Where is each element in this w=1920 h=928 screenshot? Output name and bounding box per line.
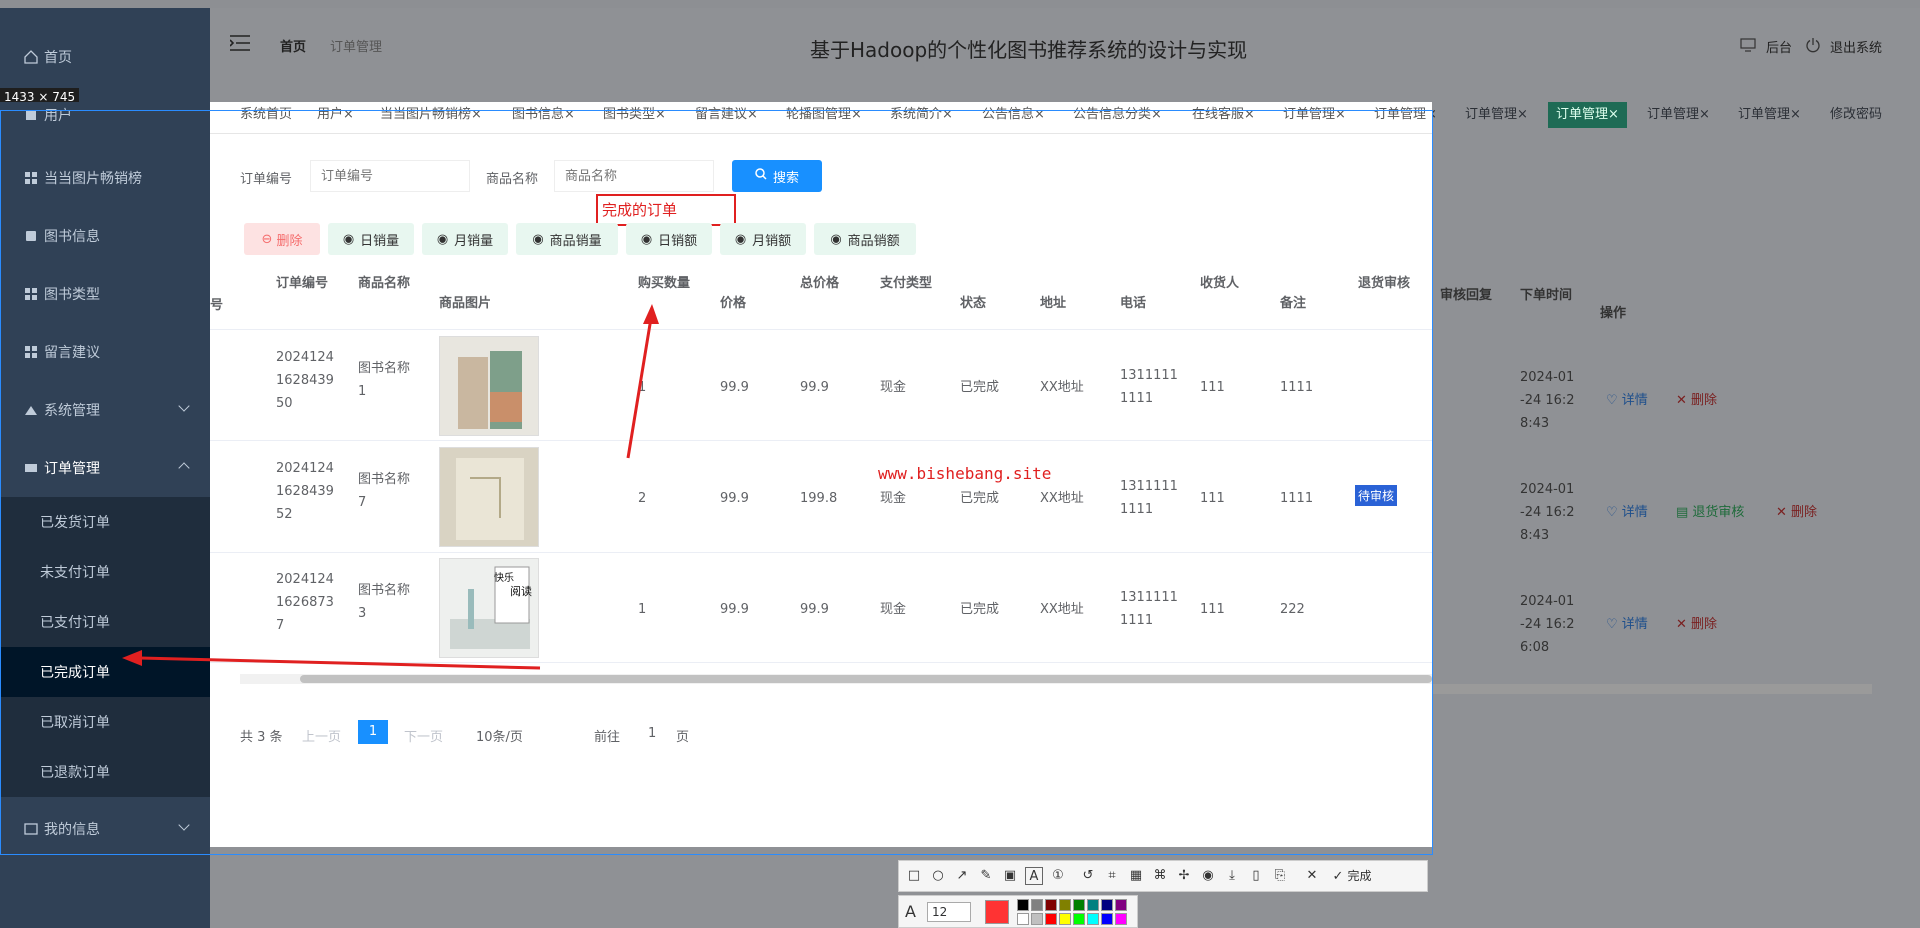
color-swatch[interactable] [1045,899,1057,911]
done-button[interactable]: ✓ 完成 [1327,867,1377,885]
color-swatch[interactable] [1059,899,1071,911]
screenshot-style-bar: A 12 [898,895,1138,928]
color-swatch[interactable] [1031,913,1043,925]
color-swatch[interactable] [1087,913,1099,925]
annotation-arrows [122,304,659,670]
current-color-swatch[interactable] [985,900,1009,924]
close-icon[interactable]: ✕ [1303,867,1321,885]
color-swatch[interactable] [1031,899,1043,911]
download-icon[interactable]: ⤓ [1223,867,1241,885]
color-swatch[interactable] [1115,899,1127,911]
color-swatch[interactable] [1101,899,1113,911]
color-swatch[interactable] [1073,899,1085,911]
font-size-select[interactable]: 12 [927,902,971,922]
ocr-icon[interactable]: ⌗ [1103,867,1121,885]
record-icon[interactable]: ◉ [1199,867,1217,885]
color-swatch[interactable] [1017,913,1029,925]
number-tool-icon[interactable]: ① [1049,867,1067,885]
color-swatch[interactable] [1087,899,1099,911]
arrow-tool-icon[interactable]: ↗ [953,867,971,885]
color-swatch[interactable] [1017,899,1029,911]
color-swatch[interactable] [1115,913,1127,925]
color-swatch[interactable] [1059,913,1071,925]
scan-icon[interactable]: ⌘ [1151,867,1169,885]
bookmark-icon[interactable]: ⎘ [1271,867,1289,885]
undo-icon[interactable]: ↺ [1079,867,1097,885]
text-tool-icon[interactable]: A [1025,867,1043,885]
rectangle-tool-icon[interactable]: □ [905,867,923,885]
color-swatch[interactable] [1073,913,1085,925]
color-swatch[interactable] [1101,913,1113,925]
phone-icon[interactable]: ▯ [1247,867,1265,885]
color-palette[interactable] [1017,899,1133,927]
translate-icon[interactable]: ▦ [1127,867,1145,885]
mosaic-tool-icon[interactable]: ▣ [1001,867,1019,885]
color-swatch[interactable] [1045,913,1057,925]
pin-icon[interactable]: ✢ [1175,867,1193,885]
ellipse-tool-icon[interactable]: ○ [929,867,947,885]
pen-tool-icon[interactable]: ✎ [977,867,995,885]
screenshot-toolbar: □ ○ ↗ ✎ ▣ A ① ↺ ⌗ ▦ ⌘ ✢ ◉ ⤓ ▯ ⎘ ✕ ✓ 完成 [898,860,1428,892]
font-icon: A [905,902,916,921]
